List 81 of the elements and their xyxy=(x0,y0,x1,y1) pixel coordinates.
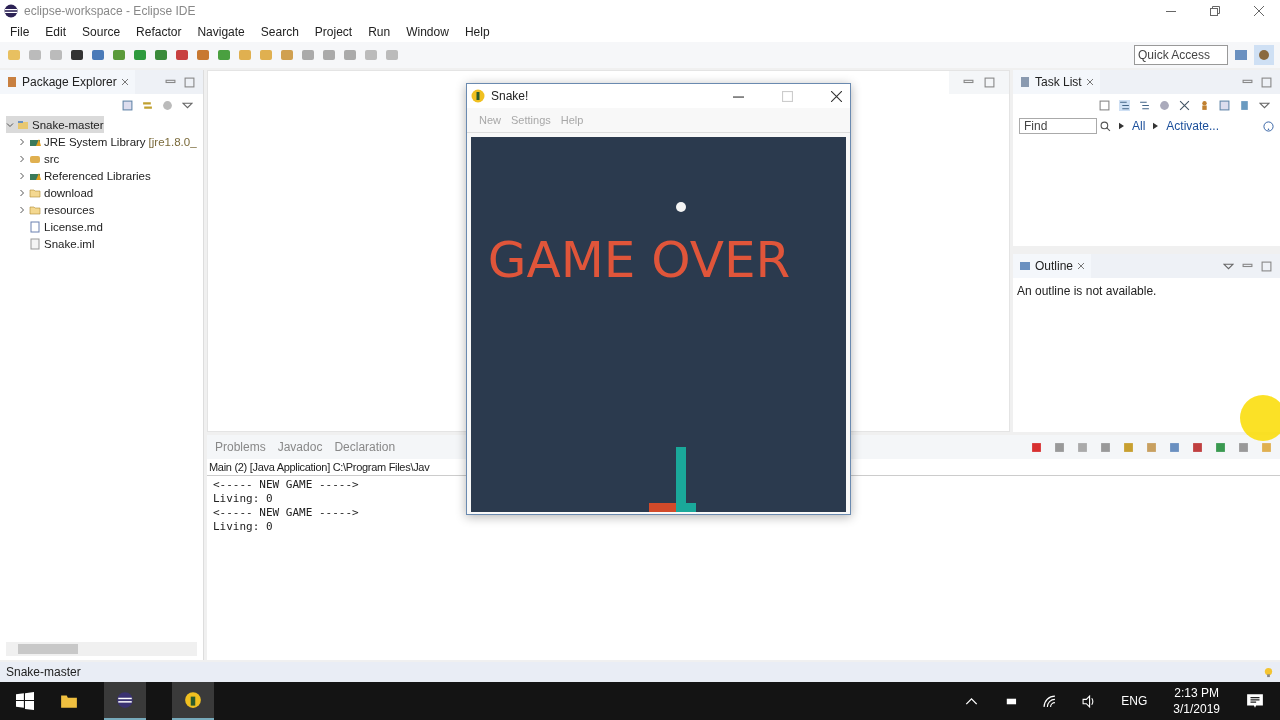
language-indicator[interactable]: ENG xyxy=(1121,694,1148,708)
search-icon xyxy=(1100,120,1111,132)
menu-item[interactable]: Refactor xyxy=(128,25,190,39)
wifi-icon[interactable] xyxy=(1043,694,1057,708)
chevron-right-icon[interactable] xyxy=(18,188,26,197)
project-folder-icon xyxy=(17,118,29,131)
menu-item[interactable]: Search xyxy=(252,25,307,39)
people-icon[interactable] xyxy=(1199,99,1210,111)
block-shape xyxy=(649,503,676,512)
menu-item[interactable]: File xyxy=(2,25,38,39)
file-explorer-icon[interactable] xyxy=(60,692,78,710)
food-dot xyxy=(676,202,686,212)
eclipse-taskbar-icon[interactable] xyxy=(104,682,146,720)
hide-completed-icon[interactable] xyxy=(1179,99,1190,111)
chevron-right-icon[interactable] xyxy=(18,205,26,214)
menu-item[interactable]: Project xyxy=(306,25,361,39)
categorize-icon[interactable] xyxy=(1119,99,1130,111)
console-line: Living: 0 xyxy=(213,492,273,506)
maximize-icon[interactable] xyxy=(184,76,195,88)
window-title: Snake! xyxy=(491,89,529,103)
window-title: eclipse-workspace - Eclipse IDE xyxy=(24,4,196,18)
tree-item[interactable]: Referenced Libraries xyxy=(6,167,151,184)
menu-item[interactable]: Window xyxy=(398,25,457,39)
chevron-right-icon[interactable] xyxy=(18,171,26,180)
triangle-icon xyxy=(1119,122,1124,130)
tree-item[interactable]: src xyxy=(6,150,60,167)
clock-time[interactable]: 2:13 PM xyxy=(1174,685,1219,701)
snake-app-icon xyxy=(471,89,485,103)
chevron-down-icon[interactable] xyxy=(6,120,14,129)
maximize-icon[interactable] xyxy=(984,77,995,88)
collapse-all-icon[interactable] xyxy=(122,99,133,111)
eclipse-logo-icon xyxy=(4,4,18,18)
tree-item[interactable]: Snake-master xyxy=(6,116,104,133)
collapse-all-icon[interactable] xyxy=(1219,99,1230,111)
close-icon[interactable] xyxy=(1254,6,1264,16)
tree-item[interactable]: resources xyxy=(6,201,95,218)
horizontal-scrollbar[interactable] xyxy=(6,642,197,656)
help-icon[interactable] xyxy=(1263,120,1274,132)
schedule-icon[interactable] xyxy=(1139,99,1150,111)
chevron-right-icon[interactable] xyxy=(18,137,26,146)
snake-drawing xyxy=(676,447,696,512)
maximize-icon[interactable] xyxy=(1261,260,1272,272)
find-field[interactable]: Find xyxy=(1019,118,1097,134)
menu-item[interactable]: Edit xyxy=(37,25,75,39)
snake-app-taskbar-icon[interactable] xyxy=(172,682,214,720)
outline-tab[interactable]: Outline xyxy=(1013,254,1092,278)
link[interactable]: Activate... xyxy=(1166,119,1220,133)
tree-item[interactable]: Snake.iml xyxy=(6,235,95,252)
chevron-right-icon[interactable] xyxy=(18,154,26,163)
console-line: <----- NEW GAME -----> xyxy=(213,478,359,492)
task-list-tab[interactable]: Task List xyxy=(1013,70,1100,94)
stop-icon[interactable] xyxy=(1031,441,1042,453)
notifications-icon[interactable] xyxy=(1246,692,1264,710)
menu-item[interactable]: Help xyxy=(456,25,498,39)
tree-item[interactable]: download xyxy=(6,184,94,201)
maximize-icon[interactable] xyxy=(1261,76,1272,88)
tree-item[interactable]: License.md xyxy=(6,218,103,235)
menu-item[interactable]: Navigate xyxy=(189,25,253,39)
outline-message: An outline is not available. xyxy=(1016,283,1158,300)
windows-start-icon[interactable] xyxy=(16,692,34,710)
console-line: Living: 0 xyxy=(213,520,273,534)
link-icon[interactable] xyxy=(142,99,153,111)
maximize-icon xyxy=(782,90,793,102)
link[interactable]: All xyxy=(1132,119,1146,133)
triangle-icon xyxy=(1153,122,1159,130)
document-icon xyxy=(29,220,41,233)
package-explorer-tab[interactable]: Package Explorer xyxy=(0,70,135,94)
console-line: <----- NEW GAME -----> xyxy=(213,506,359,520)
quick-access-field[interactable]: Quick Access xyxy=(1134,45,1228,65)
lightbulb-icon xyxy=(1263,666,1274,678)
new-task-icon[interactable] xyxy=(1099,99,1110,111)
menu-item[interactable]: Run xyxy=(360,25,399,39)
volume-icon[interactable] xyxy=(1082,694,1096,708)
file-icon xyxy=(29,237,41,250)
clock-date[interactable]: 3/1/2019 xyxy=(1173,701,1220,717)
status-text: Snake-master xyxy=(6,665,81,679)
game-over-text: GAME OVER xyxy=(487,231,791,289)
menu-item[interactable]: Source xyxy=(74,25,129,39)
close-icon[interactable] xyxy=(831,90,842,102)
tree-item[interactable]: JRE System Library [jre1.8.0_ xyxy=(6,133,197,150)
restore-icon[interactable] xyxy=(1210,6,1220,16)
